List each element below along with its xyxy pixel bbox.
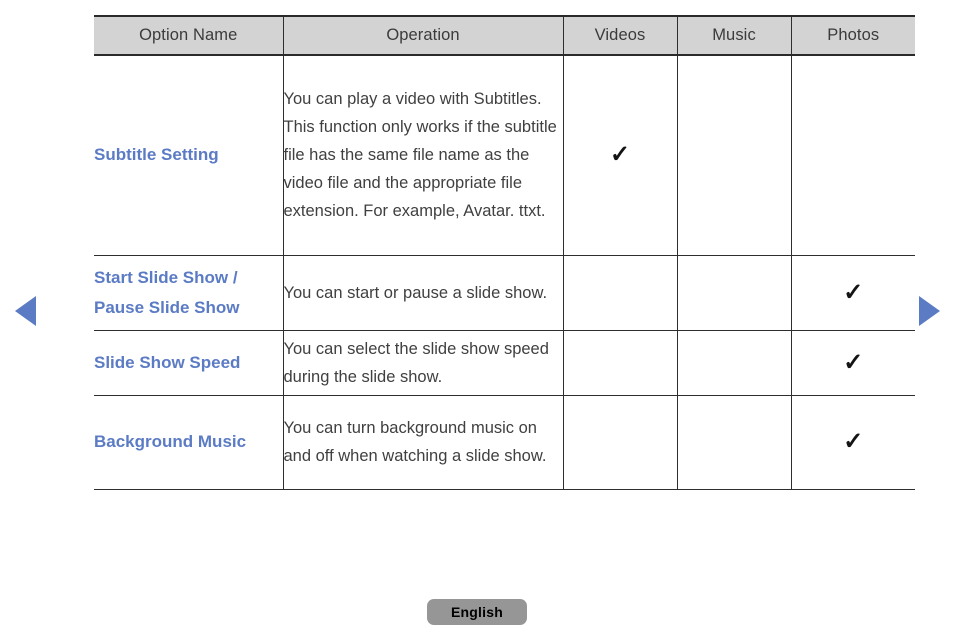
column-header-operation: Operation <box>282 15 563 56</box>
videos-support-cell <box>562 330 677 396</box>
option-name-cell[interactable]: Subtitle Setting <box>94 55 283 256</box>
previous-page-arrow-icon[interactable] <box>15 296 36 326</box>
videos-support-cell: ✓ <box>562 55 677 256</box>
table-row: Background Music You can turn background… <box>94 395 915 490</box>
table-body: Subtitle Setting You can play a video wi… <box>94 55 915 490</box>
operation-cell: You can turn background music on and off… <box>282 395 563 490</box>
column-header-videos: Videos <box>562 15 677 56</box>
check-icon: ✓ <box>843 278 864 306</box>
videos-support-cell <box>562 395 677 490</box>
photos-support-cell <box>790 55 915 256</box>
music-support-cell <box>676 55 791 256</box>
videos-support-cell <box>562 255 677 331</box>
photos-support-cell: ✓ <box>790 330 915 396</box>
operation-cell: You can play a video with Subtitles. Thi… <box>282 55 563 256</box>
music-support-cell <box>676 395 791 490</box>
table-row: Subtitle Setting You can play a video wi… <box>94 55 915 256</box>
table-header-row: Option Name Operation Videos Music Photo… <box>94 15 915 56</box>
option-name-cell[interactable]: Background Music <box>94 395 283 490</box>
options-table-container: Option Name Operation Videos Music Photo… <box>94 15 915 490</box>
photos-support-cell: ✓ <box>790 255 915 331</box>
table-row: Start Slide Show / Pause Slide Show You … <box>94 255 915 331</box>
language-button[interactable]: English <box>427 599 527 625</box>
table-row: Slide Show Speed You can select the slid… <box>94 330 915 396</box>
column-header-photos: Photos <box>790 15 915 56</box>
photos-support-cell: ✓ <box>790 395 915 490</box>
next-page-arrow-icon[interactable] <box>919 296 940 326</box>
music-support-cell <box>676 330 791 396</box>
option-name-cell[interactable]: Slide Show Speed <box>94 330 283 396</box>
music-support-cell <box>676 255 791 331</box>
operation-cell: You can select the slide show speed duri… <box>282 330 563 396</box>
option-name-cell[interactable]: Start Slide Show / Pause Slide Show <box>94 255 283 331</box>
check-icon: ✓ <box>609 141 631 169</box>
column-header-music: Music <box>676 15 791 56</box>
options-table: Option Name Operation Videos Music Photo… <box>94 15 915 490</box>
check-icon: ✓ <box>843 428 864 455</box>
operation-cell: You can start or pause a slide show. <box>282 255 563 331</box>
check-icon: ✓ <box>843 348 864 376</box>
table-header: Option Name Operation Videos Music Photo… <box>94 15 915 56</box>
column-header-option-name: Option Name <box>94 15 283 56</box>
